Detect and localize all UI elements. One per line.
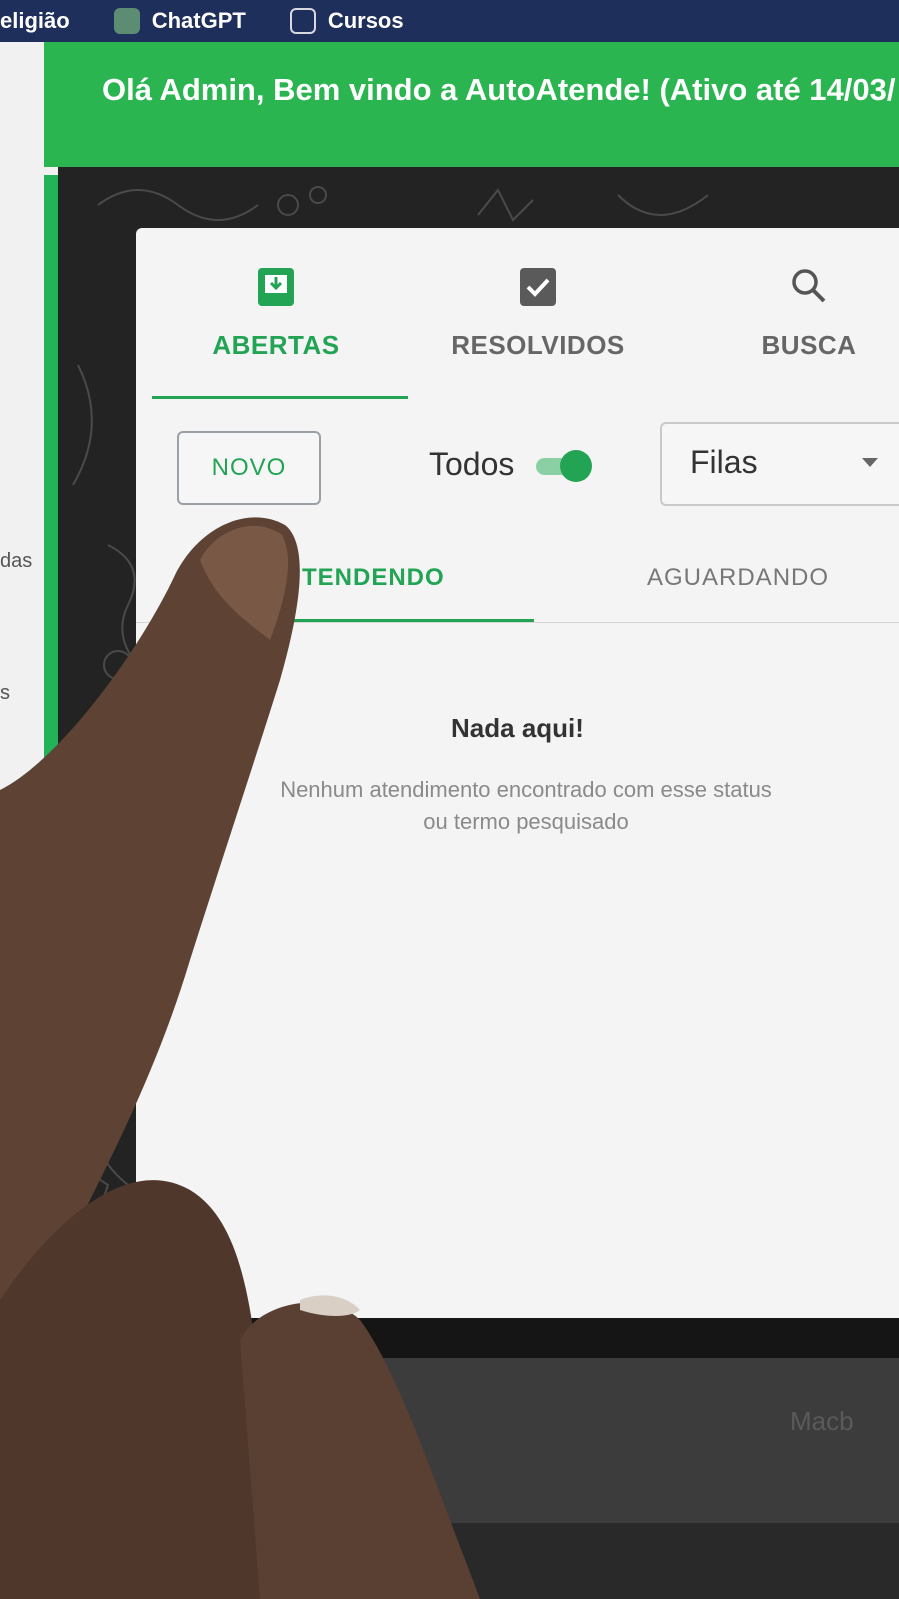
active-subtab-indicator: [276, 619, 534, 622]
bookmark-religiao[interactable]: eligião: [0, 8, 70, 34]
laptop-base: [0, 1523, 899, 1599]
greeting-bar: Olá Admin, Bem vindo a AutoAtende! (Ativ…: [44, 42, 899, 167]
subtab-atendendo[interactable]: TENDENDO: [302, 564, 445, 592]
tab-busca[interactable]: BUSCA: [679, 258, 899, 361]
checkbox-icon: [408, 258, 668, 308]
greeting-text: Olá Admin, Bem vindo a AutoAtende! (Ativ…: [102, 72, 896, 107]
ticket-tabs: ABERTAS RESOLVIDOS BUSCA: [136, 228, 899, 403]
laptop-bezel: Macb: [0, 1318, 899, 1599]
tickets-panel: ABERTAS RESOLVIDOS BUSCA NOVO Todos Fila…: [136, 228, 899, 1318]
sidebar-text: s: [0, 682, 10, 704]
todos-label: Todos: [429, 446, 515, 482]
chatgpt-icon: [113, 8, 140, 34]
tab-abertas[interactable]: ABERTAS: [146, 258, 406, 361]
tab-label: RESOLVIDOS: [451, 330, 625, 360]
tab-resolvidos[interactable]: RESOLVIDOS: [408, 258, 668, 361]
empty-state-title: Nada aqui!: [451, 713, 584, 743]
bookmarks-bar: eligião ChatGPT Cursos: [0, 0, 899, 42]
device-brand: Macb: [790, 1406, 854, 1436]
queues-select[interactable]: Filas: [660, 422, 899, 506]
tab-label: BUSCA: [761, 330, 857, 360]
inbox-download-icon: [146, 258, 406, 308]
active-tab-indicator: [152, 396, 408, 399]
sidebar-accent: [44, 175, 58, 1215]
subtab-aguardando[interactable]: AGUARDANDO: [647, 564, 829, 592]
chevron-down-icon: [862, 458, 878, 467]
queues-select-value: Filas: [690, 444, 758, 480]
empty-state-message: Nenhum atendimento encontrado com esse s…: [280, 777, 772, 834]
todos-toggle[interactable]: [534, 450, 596, 482]
sidebar-text: das: [0, 550, 33, 572]
toggle-knob: [560, 450, 592, 482]
subtab-divider: [136, 622, 899, 623]
folder-icon: [289, 8, 316, 34]
screen-edge: [0, 1318, 899, 1358]
bookmark-label: eligião: [0, 8, 70, 33]
bookmark-label: Cursos: [327, 8, 404, 33]
bookmark-chatgpt[interactable]: ChatGPT: [113, 8, 246, 34]
tab-label: ABERTAS: [212, 330, 340, 360]
new-ticket-button[interactable]: NOVO: [177, 431, 321, 505]
bookmark-label: ChatGPT: [151, 8, 246, 33]
bookmark-cursos[interactable]: Cursos: [289, 8, 404, 34]
search-icon: [679, 258, 899, 308]
